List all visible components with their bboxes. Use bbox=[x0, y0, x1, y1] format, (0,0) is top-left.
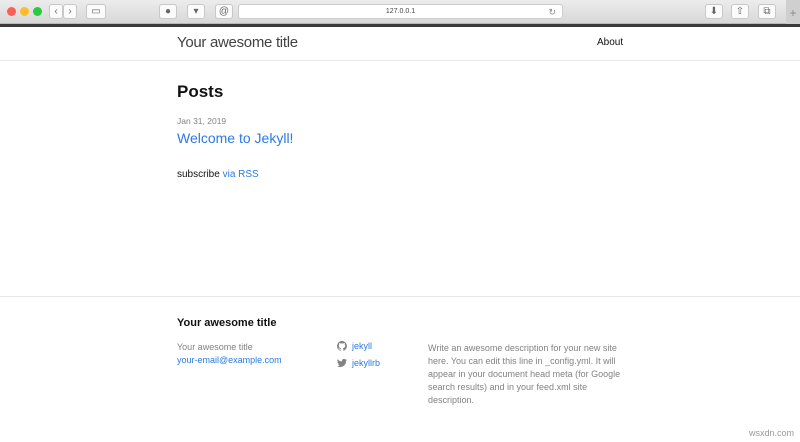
extension-icon[interactable]: ● bbox=[159, 4, 177, 19]
post-title-link[interactable]: Welcome to Jekyll! bbox=[177, 130, 293, 146]
github-link[interactable]: jekyll bbox=[352, 341, 372, 351]
github-item: jekyll bbox=[337, 341, 372, 351]
site-header: Your awesome title About bbox=[0, 27, 800, 61]
nav-about-link[interactable]: About bbox=[597, 37, 623, 48]
sidebar-icon[interactable]: ▭ bbox=[86, 4, 106, 19]
tabs-icon[interactable]: ⧉ bbox=[758, 4, 776, 19]
post-date: Jan 31, 2019 bbox=[177, 116, 227, 126]
footer-name: Your awesome title bbox=[177, 342, 253, 352]
rss-link[interactable]: via RSS bbox=[223, 169, 259, 180]
download-icon[interactable]: ⬇ bbox=[705, 4, 723, 19]
twitter-icon bbox=[337, 358, 347, 368]
site-description: Write an awesome description for your ne… bbox=[428, 343, 621, 405]
close-window-button[interactable] bbox=[7, 7, 16, 16]
watermark: wsxdn.com bbox=[748, 428, 794, 438]
address-bar[interactable]: 127.0.0.1 ↻ bbox=[238, 4, 563, 19]
share-icon[interactable]: ⇧ bbox=[731, 4, 749, 19]
subscribe-label: subscribe bbox=[177, 169, 220, 180]
forward-button[interactable]: › bbox=[63, 4, 77, 19]
reload-icon[interactable]: ↻ bbox=[548, 5, 556, 19]
posts-heading: Posts bbox=[177, 82, 224, 101]
site-title-link[interactable]: Your awesome title bbox=[177, 34, 298, 51]
browser-toolbar: ‹ › ▭ ● ▾ @ 127.0.0.1 ↻ ⬇ ⇧ ⧉ + bbox=[0, 0, 800, 24]
site-footer: Your awesome title Your awesome title yo… bbox=[0, 296, 800, 442]
minimize-window-button[interactable] bbox=[20, 7, 29, 16]
subscribe-text: subscribe via RSS bbox=[177, 169, 259, 180]
footer-title: Your awesome title bbox=[177, 317, 277, 329]
at-icon[interactable]: @ bbox=[215, 4, 233, 19]
footer-email-link[interactable]: your-email@example.com bbox=[177, 355, 282, 365]
zoom-window-button[interactable] bbox=[33, 7, 42, 16]
back-button[interactable]: ‹ bbox=[49, 4, 63, 19]
twitter-item: jekyllrb bbox=[337, 358, 380, 368]
pocket-icon[interactable]: ▾ bbox=[187, 4, 205, 19]
twitter-link[interactable]: jekyllrb bbox=[352, 358, 380, 368]
url-text: 127.0.0.1 bbox=[385, 8, 416, 15]
new-tab-button[interactable]: + bbox=[786, 0, 800, 24]
github-icon bbox=[337, 341, 347, 351]
